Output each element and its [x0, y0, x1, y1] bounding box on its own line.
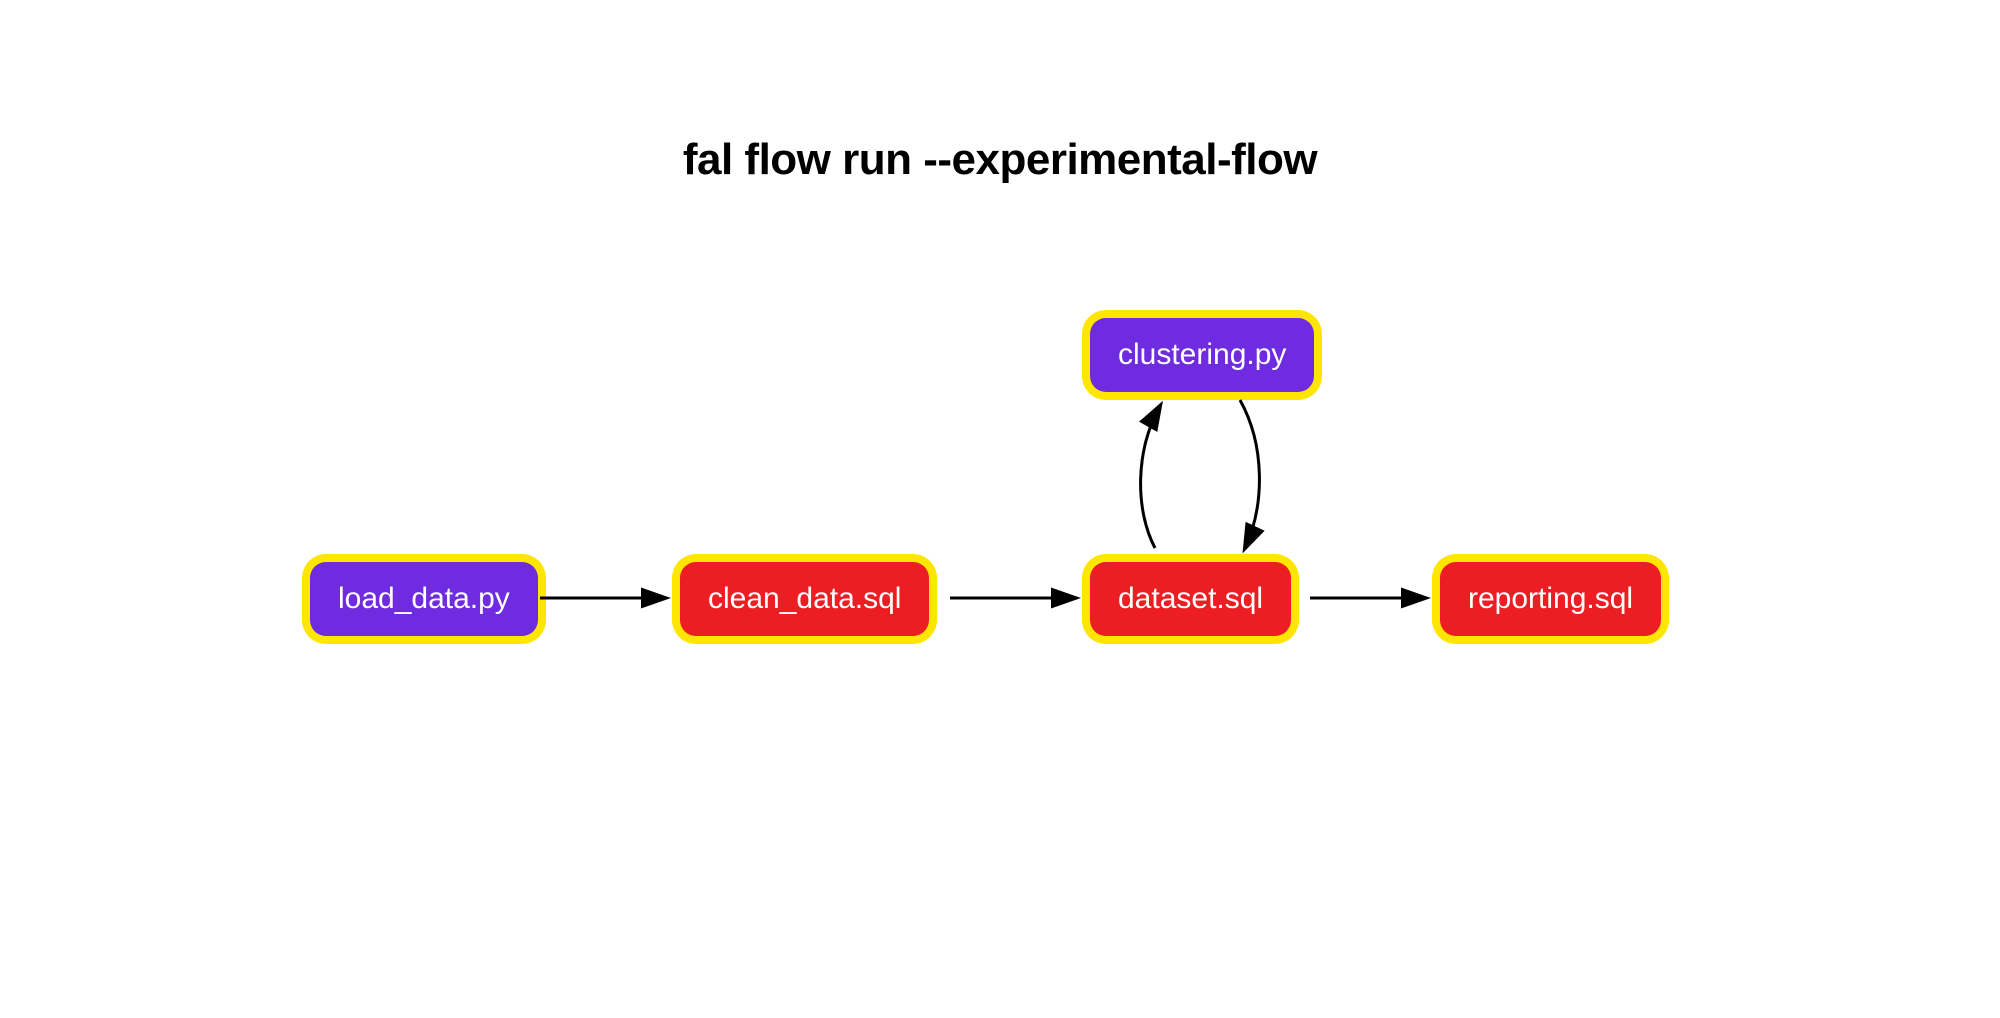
- edge-clustering-to-dataset: [1240, 400, 1259, 548]
- diagram-arrows: [0, 0, 2000, 1018]
- edge-dataset-to-clustering: [1141, 406, 1160, 548]
